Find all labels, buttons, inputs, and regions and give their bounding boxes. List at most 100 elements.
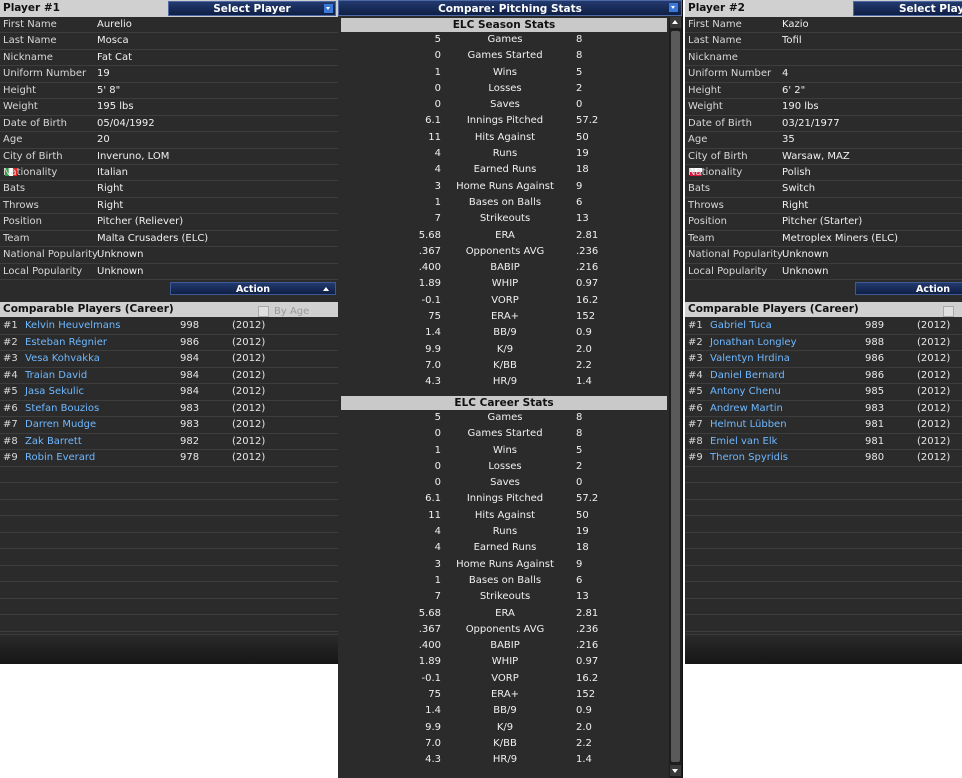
by-age-checkbox[interactable]: By Age xyxy=(258,304,309,319)
info-value: Right xyxy=(97,183,124,195)
comparable-rank: #6 xyxy=(688,402,703,414)
comparable-player-link[interactable]: Traian David xyxy=(25,368,87,385)
action-label: Action xyxy=(235,284,271,295)
stat-name: Opponents AVG xyxy=(465,623,545,635)
comparable-year: (2012) xyxy=(232,386,266,397)
comparable-rank: #7 xyxy=(3,419,18,430)
player-1-stat: 7.0 xyxy=(425,737,441,749)
player-2-stat: 6 xyxy=(576,574,583,586)
scroll-thumb[interactable] xyxy=(671,31,680,762)
comparable-title: Comparable Players (Career) xyxy=(688,303,859,315)
info-value: Pitcher (Reliever) xyxy=(97,216,184,228)
info-row: Local Popularity Unknown xyxy=(685,264,962,280)
stat-row: 7.0 K/BB 2.2 xyxy=(341,736,667,752)
stat-name: Runs xyxy=(492,526,518,538)
comparable-rank: #8 xyxy=(688,435,703,447)
stat-row: 1.89 WHIP 0.97 xyxy=(341,276,667,292)
comparable-list: #1 Gabriel Tuca 989 (2012) #2 Jonathan Longle… xyxy=(685,318,962,632)
player-1-header: Player #1 Select Player xyxy=(0,0,338,17)
info-row: City of Birth Warsaw, MAZ xyxy=(685,149,962,165)
info-value: Right xyxy=(782,199,809,211)
comparable-player-link[interactable]: Esteban Régnier xyxy=(25,335,107,352)
info-row: Nationality Polish xyxy=(685,165,962,182)
comparable-player-link[interactable]: Helmut Lübben xyxy=(710,417,787,434)
player-2-stat: 9 xyxy=(576,180,583,192)
stat-name: K/9 xyxy=(496,343,514,355)
player-2-stat: .236 xyxy=(576,623,599,635)
comparable-player-link[interactable]: Gabriel Tuca xyxy=(710,318,772,335)
stat-row: 11 Hits Against 50 xyxy=(341,130,667,146)
comparable-player-link[interactable]: Kelvin Heuvelmans xyxy=(25,318,120,335)
comparable-rank: #3 xyxy=(3,353,18,364)
player-1-stat: 6.1 xyxy=(425,115,441,127)
player-2-stat: 8 xyxy=(576,412,583,423)
stats-section: ELC Career Stats 5 Games 8 0 Games Started 8 1 W… xyxy=(341,396,667,769)
panel-footer xyxy=(685,634,962,664)
stat-name: Games xyxy=(487,412,523,423)
comparable-player-link[interactable]: Jasa Sekulic xyxy=(25,384,84,401)
stat-name: Losses xyxy=(488,460,522,472)
comparable-player-link[interactable]: Zak Barrett xyxy=(25,434,82,451)
comparable-player-link[interactable]: Andrew Martin xyxy=(710,401,783,418)
scroll-up-icon[interactable] xyxy=(670,17,681,28)
comparable-row: #5 Jasa Sekulic 984 (2012) xyxy=(0,384,338,401)
comparable-player-link[interactable]: Emiel van Elk xyxy=(710,434,777,451)
stat-name: K/BB xyxy=(493,737,517,749)
info-value: Italian xyxy=(97,166,129,178)
player-2-stat: 19 xyxy=(576,148,589,160)
chevron-down-icon[interactable] xyxy=(669,3,678,12)
empty-row xyxy=(685,549,962,566)
player-2-stat: 152 xyxy=(576,311,596,323)
stat-name: Saves xyxy=(490,477,520,489)
player-2-stat: 57.2 xyxy=(576,115,599,127)
comparable-title: Comparable Players (Career) xyxy=(3,303,174,315)
info-value: Pitcher (Starter) xyxy=(782,216,863,228)
player-2-stat: 9 xyxy=(576,558,583,570)
comparable-rank: #8 xyxy=(3,435,18,447)
comparable-player-link[interactable]: Daniel Bernard xyxy=(710,368,785,385)
action-button[interactable]: Action xyxy=(855,282,962,295)
select-player-1-button[interactable]: Select Player xyxy=(168,1,336,16)
stat-row: 0 Losses 2 xyxy=(341,459,667,475)
comparable-player-link[interactable]: Antony Chenu xyxy=(710,384,781,401)
comparable-player-link[interactable]: Vesa Kohvakka xyxy=(25,351,100,368)
player-2-stat: 1.4 xyxy=(576,754,592,766)
player-2-stat: 16.2 xyxy=(576,294,599,306)
stat-name: BABIP xyxy=(490,262,520,274)
comparable-row: #9 Theron Spyridis 980 (2012) xyxy=(685,450,962,467)
info-row: Last Name Mosca xyxy=(0,33,338,50)
comparable-player-link[interactable]: Valentyn Hrdina xyxy=(710,351,790,368)
comparable-score: 981 xyxy=(865,419,885,430)
comparable-player-link[interactable]: Jonathan Longley xyxy=(710,335,796,352)
info-row: Last Name Tofil xyxy=(685,33,962,50)
comparable-player-link[interactable]: Robin Everard xyxy=(25,450,95,467)
comparable-score: 984 xyxy=(180,353,200,364)
stat-name: ERA+ xyxy=(490,689,520,701)
info-label: Uniform Number xyxy=(688,68,772,80)
checkbox-icon[interactable] xyxy=(258,305,269,317)
by-age-checkbox[interactable] xyxy=(943,304,959,319)
info-label: City of Birth xyxy=(3,150,63,162)
comparable-player-link[interactable]: Stefan Bouzios xyxy=(25,401,99,418)
stat-name: Bases on Balls xyxy=(468,574,542,586)
stat-row: 3 Home Runs Against 9 xyxy=(341,179,667,195)
comparable-year: (2012) xyxy=(232,320,266,331)
info-row: City of Birth Inveruno, LOM xyxy=(0,149,338,165)
comparable-player-link[interactable]: Theron Spyridis xyxy=(710,450,788,467)
empty-row xyxy=(0,500,338,516)
comparable-score: 978 xyxy=(180,452,200,463)
compare-dropdown[interactable]: Compare: Pitching Stats xyxy=(338,0,682,16)
player-2-info: First Name Kazio Last Name Tofil Nickname Uni… xyxy=(685,17,962,280)
checkbox-icon[interactable] xyxy=(943,305,954,317)
action-button[interactable]: Action xyxy=(170,282,336,295)
player-1-stat: .400 xyxy=(418,262,441,274)
vertical-scrollbar[interactable] xyxy=(669,17,682,778)
info-label: First Name xyxy=(3,19,57,30)
info-row: Bats Right xyxy=(0,181,338,198)
scroll-down-icon[interactable] xyxy=(670,765,681,776)
comparable-row: #6 Andrew Martin 983 (2012) xyxy=(685,401,962,418)
select-player-2-button[interactable]: Select Player xyxy=(853,1,962,16)
chevron-down-icon[interactable] xyxy=(324,4,333,13)
player-2-stat: 152 xyxy=(576,689,596,701)
comparable-player-link[interactable]: Darren Mudge xyxy=(25,417,96,434)
